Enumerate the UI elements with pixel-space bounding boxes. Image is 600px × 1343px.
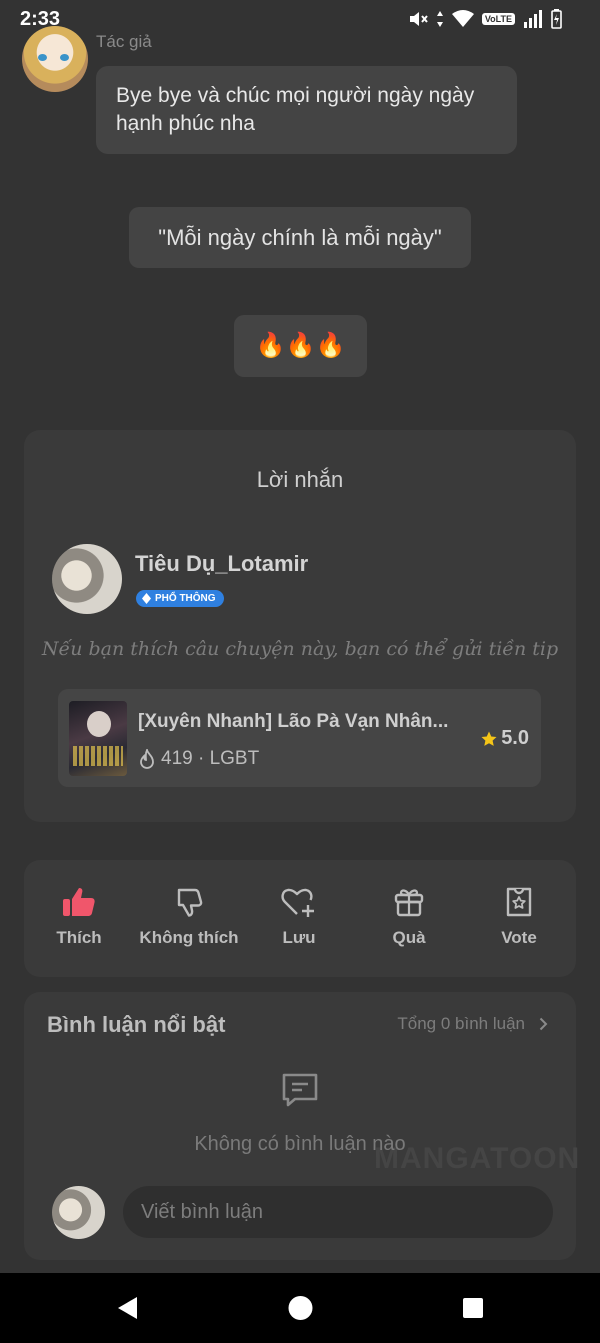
comments-total-text: Tổng 0 bình luận [397, 1014, 525, 1033]
writer-avatar[interactable] [52, 544, 122, 614]
author-label: Tác giả [96, 32, 152, 51]
author-note-card: Lời nhắn Tiêu Dụ_Lotamir PHỔ THÔNG Nếu b… [24, 430, 576, 822]
vote-button[interactable]: Vote [464, 886, 574, 948]
cover-figure [87, 711, 111, 737]
story-cover [69, 701, 127, 776]
story-meta: 419 · LGBT [138, 748, 259, 770]
recents-icon[interactable] [462, 1297, 484, 1319]
quote-pill: "Mỗi ngày chính là mỗi ngày" [129, 207, 471, 268]
back-icon[interactable] [115, 1295, 139, 1321]
comment-bubble-icon [282, 1073, 318, 1107]
member-badge: PHỔ THÔNG [136, 590, 224, 607]
thumbs-down-icon [177, 888, 203, 917]
like-label: Thích [56, 928, 102, 947]
diamond-icon [142, 593, 151, 604]
note-title: Lời nhắn [256, 467, 344, 492]
gift-button[interactable]: Quà [354, 886, 464, 948]
story-meta-text: 419 · LGBT [161, 748, 260, 769]
like-button[interactable]: Thích [24, 886, 134, 948]
user-avatar [52, 1186, 105, 1239]
dislike-button[interactable]: Không thích [134, 886, 244, 948]
story-title: [Xuyên Nhanh] Lão Pà Vạn Nhân... [138, 711, 449, 732]
signal-icon [524, 10, 542, 28]
status-icons: VoLTE [408, 9, 562, 29]
mute-icon [409, 12, 428, 26]
data-arrows-icon [436, 11, 443, 27]
system-nav-bar [0, 1273, 600, 1343]
save-label: Lưu [282, 928, 316, 947]
recommended-story[interactable]: [Xuyên Nhanh] Lão Pà Vạn Nhân... 419 · L… [58, 689, 541, 787]
thumbs-up-icon [63, 888, 95, 916]
comments-section: Bình luận nổi bật Tổng 0 bình luận MANGA… [24, 992, 579, 1260]
status-bar: 2:33 VoLTE [0, 0, 600, 36]
reaction-actions-bar: Thích Không thích Lưu Quà Vote [24, 860, 576, 977]
battery-icon [551, 9, 562, 29]
author-avatar[interactable] [22, 26, 88, 92]
author-message-bubble: Bye bye và chúc mọi người ngày ngày hạnh… [96, 66, 517, 154]
home-icon[interactable] [288, 1295, 313, 1321]
reaction-pill: 🔥🔥🔥 [234, 315, 367, 377]
volte-badge: VoLTE [481, 13, 515, 25]
comments-total-link[interactable]: Tổng 0 bình luận [397, 1014, 548, 1034]
cover-title-art [73, 746, 123, 766]
vote-ticket-icon [506, 887, 532, 917]
gift-icon [394, 889, 424, 917]
member-badge-label: PHỔ THÔNG [155, 593, 216, 604]
chapter-end-screen: 2:33 VoLTE Tác giả Bye bye và chúc mọi n… [0, 0, 600, 1343]
chevron-right-icon [539, 1017, 548, 1031]
save-button[interactable]: Lưu [244, 886, 354, 948]
avatar-eye-left [38, 54, 47, 61]
no-comments-text: Không có bình luận nào [194, 1133, 406, 1155]
vote-label: Vote [501, 928, 537, 947]
story-rating-value: 5.0 [501, 727, 529, 749]
writer-name[interactable]: Tiêu Dụ_Lotamir [135, 551, 308, 577]
gift-label: Quà [392, 928, 426, 947]
tip-text: Nếu bạn thích câu chuyện này, bạn có thể… [41, 638, 559, 660]
star-icon [481, 731, 497, 746]
avatar-eye-right [60, 54, 69, 61]
comment-input[interactable]: Viết bình luận [123, 1186, 553, 1238]
heart-plus-icon [281, 888, 314, 917]
wifi-icon [451, 10, 474, 27]
dislike-label: Không thích [139, 928, 239, 947]
comments-title: Bình luận nổi bật [47, 1012, 226, 1037]
flame-icon [140, 749, 154, 769]
story-rating: 5.0 [480, 727, 529, 750]
